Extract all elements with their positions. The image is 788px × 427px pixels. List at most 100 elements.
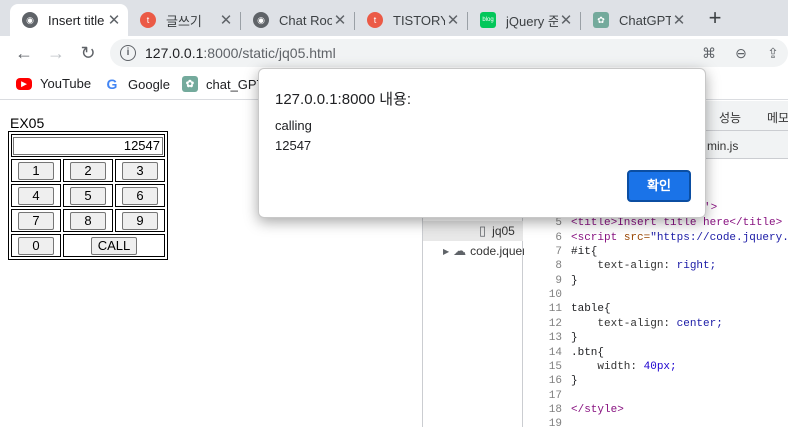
key-cell: 1	[11, 159, 61, 182]
key-1-button[interactable]: 1	[18, 161, 54, 180]
line-number: 8	[555, 260, 562, 272]
key-4-button[interactable]: 4	[18, 186, 54, 205]
bookmark-chatgpt[interactable]: ✿ chat_GPT	[182, 76, 265, 92]
zoom-icon[interactable]: ⊖	[732, 44, 750, 62]
line-number: 14	[548, 347, 562, 359]
call-button[interactable]: CALL	[90, 236, 138, 255]
tree-label: code.jquery	[470, 244, 533, 258]
share-icon[interactable]: ⇪	[764, 44, 782, 62]
code-token: text-align:	[571, 260, 677, 272]
code-token: right;	[676, 260, 717, 272]
back-arrow-icon[interactable]: ←	[12, 41, 36, 65]
tab-title: Chat Room	[279, 12, 332, 28]
close-icon[interactable]: ✕	[218, 11, 234, 29]
line-number: 12	[548, 318, 562, 330]
open-file-tab[interactable]: min.js	[707, 139, 738, 153]
tab-title: 글쓰기	[166, 13, 202, 29]
key-9-button[interactable]: 9	[122, 211, 158, 230]
close-icon[interactable]: ✕	[671, 11, 687, 29]
line-number: 10	[548, 289, 562, 301]
key-5-button[interactable]: 5	[70, 186, 106, 205]
dialog-message-line: 12547	[275, 138, 312, 153]
expand-arrow-icon[interactable]: ▶	[443, 247, 449, 256]
code-line: text-align: center;	[571, 318, 722, 330]
code-line: .btn{	[571, 347, 605, 359]
tree-item-code-jquery[interactable]: ▶ ☁ code.jquery	[423, 241, 532, 261]
code-line: }	[571, 332, 578, 344]
close-icon[interactable]: ✕	[332, 11, 348, 29]
code-token: "https://code.jquery.	[650, 232, 788, 244]
page-heading: EX05	[10, 115, 45, 131]
code-line: width: 40px;	[571, 361, 677, 373]
key-0-button[interactable]: 0	[18, 236, 54, 255]
youtube-icon: ▶	[16, 77, 32, 90]
alert-dialog: 127.0.0.1:8000 내용: calling 12547 확인	[258, 68, 706, 218]
tab-insert-title[interactable]: ◉ Insert title here ✕	[10, 4, 128, 36]
translate-icon[interactable]: ⌘	[700, 44, 718, 62]
tab-write[interactable]: t 글쓰기 ✕	[128, 4, 240, 36]
line-number: 18	[548, 404, 562, 416]
key-cell: 2	[63, 159, 113, 182]
forward-arrow-icon[interactable]: →	[44, 41, 68, 65]
code-token: 40px;	[643, 361, 677, 373]
bookmark-youtube[interactable]: ▶ YouTube	[16, 76, 91, 91]
code-token: src=	[623, 232, 651, 244]
key-cell: 3	[115, 159, 165, 182]
code-line: table{	[571, 303, 611, 315]
key-3-button[interactable]: 3	[122, 161, 158, 180]
browser-window: ◉ Insert title here ✕ t 글쓰기 ✕ ◉ Chat Roo…	[0, 0, 788, 427]
key-cell: 0	[11, 234, 61, 257]
key-cell: 5	[63, 184, 113, 207]
calculator-table: 1 2 3 4 5 6 7 8 9 0 CALL	[8, 131, 168, 260]
tree-label: jq05	[492, 224, 515, 238]
key-8-button[interactable]: 8	[70, 211, 106, 230]
tab-memory[interactable]: 메모	[767, 109, 788, 126]
line-number: 16	[548, 375, 562, 387]
info-icon[interactable]: i	[120, 45, 136, 61]
key-cell: 7	[11, 209, 61, 232]
tab-tistory[interactable]: t TISTORY ✕	[355, 4, 467, 36]
ok-button[interactable]: 확인	[627, 170, 691, 202]
close-icon[interactable]: ✕	[106, 11, 122, 29]
code-token: <script	[571, 232, 624, 244]
key-2-button[interactable]: 2	[70, 161, 106, 180]
address-bar[interactable]: i 127.0.0.1:8000/static/jq05.html ⌘ ⊖ ⇪	[110, 39, 788, 67]
bookmark-google[interactable]: G Google	[104, 76, 170, 92]
globe-icon: ◉	[22, 12, 38, 28]
blog-icon: blog	[480, 12, 496, 28]
dialog-message-line: calling	[275, 118, 312, 133]
tab-chat-room[interactable]: ◉ Chat Room ✕	[241, 4, 354, 36]
key-7-button[interactable]: 7	[18, 211, 54, 230]
tab-performance[interactable]: 성능	[719, 109, 741, 126]
code-line: <script src="https://code.jquery.	[571, 232, 788, 244]
browser-toolbar: ← → ↻ i 127.0.0.1:8000/static/jq05.html …	[0, 36, 788, 70]
code-line: }	[571, 275, 578, 287]
bookmark-label: YouTube	[40, 76, 92, 91]
bookmark-label: Google	[128, 76, 170, 92]
tab-chatgpt[interactable]: ✿ ChatGPT ✕	[581, 4, 693, 36]
reload-icon[interactable]: ↻	[76, 41, 100, 65]
line-number: 7	[555, 246, 562, 258]
close-icon[interactable]: ✕	[445, 11, 461, 29]
code-line: </style>	[571, 404, 624, 416]
bookmark-label: chat_GPT	[206, 76, 265, 92]
line-number: 6	[555, 232, 562, 244]
tistory-icon: t	[140, 12, 156, 28]
close-icon[interactable]: ✕	[558, 11, 574, 29]
key-6-button[interactable]: 6	[122, 186, 158, 205]
url-text: 127.0.0.1:8000/static/jq05.html	[145, 45, 336, 61]
new-tab-button[interactable]: +	[703, 7, 727, 31]
line-number: 13	[548, 332, 562, 344]
code-line: <title>Insert title here</title>	[571, 217, 783, 229]
file-icon: ▯	[479, 223, 487, 238]
chatgpt-icon: ✿	[182, 76, 198, 92]
key-cell: CALL	[63, 234, 165, 257]
dialog-title: 127.0.0.1:8000 내용:	[275, 91, 412, 108]
key-cell: 8	[63, 209, 113, 232]
line-number: 15	[548, 361, 562, 373]
tree-item-jq05[interactable]: ▯ jq05	[423, 221, 523, 241]
display-input[interactable]	[13, 136, 163, 155]
line-number: 5	[555, 217, 562, 229]
key-cell: 9	[115, 209, 165, 232]
tab-jquery[interactable]: blog jQuery 준비 ✕	[468, 4, 580, 36]
